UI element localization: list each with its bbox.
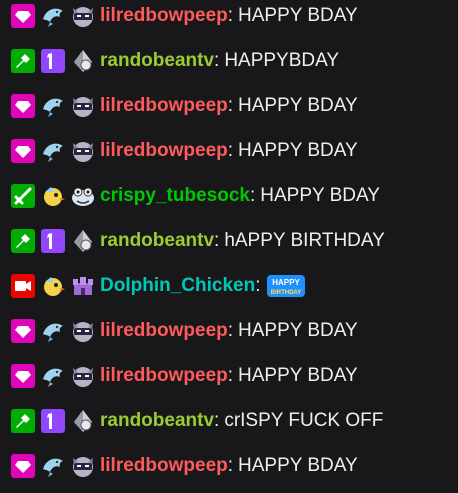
- username-colon: :: [249, 185, 256, 206]
- happy-bday-emote[interactable]: HAPPY BIRTHDAY: [266, 273, 306, 299]
- username-colon: :: [214, 410, 220, 431]
- dolphin-sub-badge[interactable]: [40, 453, 66, 479]
- username-colon: :: [227, 140, 234, 161]
- username-colon: :: [214, 230, 220, 251]
- badge-list: [10, 453, 96, 479]
- broadcaster-badge[interactable]: [10, 273, 36, 299]
- dolphin-sub-badge[interactable]: [40, 3, 66, 29]
- chat-message: lilredbowpeep: HAPPY BDAY: [10, 452, 358, 480]
- chat-message-text: HAPPY BDAY: [238, 365, 358, 386]
- chat-message-text: HAPPY BDAY: [238, 320, 358, 341]
- chat-log: lilredbowpeep: HAPPY BDAY randobeantv: HAPP…: [0, 0, 458, 493]
- prime-gaming-badge[interactable]: [10, 3, 36, 29]
- chat-message-text: HAPPYBDAY: [224, 50, 340, 71]
- chat-username[interactable]: lilredbowpeep: [100, 365, 228, 387]
- gem-badge[interactable]: [70, 228, 96, 254]
- chat-username[interactable]: randobeantv: [100, 410, 214, 432]
- prime-gaming-badge[interactable]: [10, 318, 36, 344]
- chat-message: randobeantv: hAPPY BIRTHDAY: [10, 227, 385, 255]
- badge-list: [10, 93, 96, 119]
- chat-message-text: HAPPY BDAY: [238, 140, 358, 161]
- username-colon: :: [227, 320, 234, 341]
- frog-badge[interactable]: [70, 183, 96, 209]
- prime-gaming-badge[interactable]: [10, 138, 36, 164]
- chat-username[interactable]: lilredbowpeep: [100, 140, 228, 162]
- username-colon: :: [227, 365, 234, 386]
- badge-list: [10, 273, 96, 299]
- chat-username[interactable]: lilredbowpeep: [100, 320, 228, 342]
- ninja-cat-badge[interactable]: [70, 3, 96, 29]
- chat-message-text: HAPPY BDAY: [238, 5, 358, 26]
- chat-message-text: HAPPY BDAY: [260, 185, 380, 206]
- prime-gaming-badge[interactable]: [10, 93, 36, 119]
- dolphin-sub-badge[interactable]: [40, 138, 66, 164]
- chat-message: lilredbowpeep: HAPPY BDAY: [10, 362, 358, 390]
- badge-list: [10, 408, 96, 434]
- chat-username[interactable]: crispy_tubesock: [100, 185, 250, 207]
- chat-username[interactable]: randobeantv: [100, 230, 214, 252]
- gem-badge[interactable]: [70, 48, 96, 74]
- chat-message-text: hAPPY BIRTHDAY: [224, 230, 385, 251]
- username-colon: :: [227, 455, 234, 476]
- chat-message: randobeantv: crISPY FUCK OFF: [10, 407, 383, 435]
- svg-text:HAPPY: HAPPY: [273, 278, 301, 287]
- username-colon: :: [214, 50, 220, 71]
- badge-list: [10, 318, 96, 344]
- prime-gaming-badge[interactable]: [10, 363, 36, 389]
- badge-list: [10, 48, 96, 74]
- chat-username[interactable]: lilredbowpeep: [100, 455, 228, 477]
- badge-list: [10, 228, 96, 254]
- badge-list: [10, 138, 96, 164]
- chat-username[interactable]: Dolphin_Chicken: [100, 275, 255, 297]
- bird-sub-badge[interactable]: [40, 273, 66, 299]
- moderator-badge[interactable]: [10, 228, 36, 254]
- badge-list: [10, 363, 96, 389]
- dolphin-sub-badge[interactable]: [40, 318, 66, 344]
- ninja-cat-badge[interactable]: [70, 318, 96, 344]
- chat-message: lilredbowpeep: HAPPY BDAY: [10, 137, 358, 165]
- chat-message: Dolphin_Chicken: HAPPY BIRTHDAY: [10, 272, 306, 300]
- moderator-badge[interactable]: [10, 408, 36, 434]
- chat-username[interactable]: randobeantv: [100, 50, 214, 72]
- ninja-cat-badge[interactable]: [70, 138, 96, 164]
- chat-message-text: HAPPY BDAY: [238, 455, 358, 476]
- dolphin-sub-badge[interactable]: [40, 363, 66, 389]
- username-colon: :: [227, 5, 234, 26]
- moderator-badge[interactable]: [10, 48, 36, 74]
- chat-username[interactable]: lilredbowpeep: [100, 5, 228, 27]
- first-badge[interactable]: [40, 408, 66, 434]
- chat-message: randobeantv: HAPPYBDAY: [10, 47, 339, 75]
- svg-text:BIRTHDAY: BIRTHDAY: [271, 290, 301, 296]
- dolphin-sub-badge[interactable]: [40, 93, 66, 119]
- ninja-cat-badge[interactable]: [70, 93, 96, 119]
- chat-message: crispy_tubesock: HAPPY BDAY: [10, 182, 380, 210]
- username-colon: :: [255, 275, 261, 296]
- castle-badge[interactable]: [70, 273, 96, 299]
- username-colon: :: [227, 95, 234, 116]
- badge-list: [10, 183, 96, 209]
- ninja-cat-badge[interactable]: [70, 363, 96, 389]
- first-badge[interactable]: [40, 228, 66, 254]
- chat-message-text: crISPY FUCK OFF: [224, 410, 384, 431]
- gem-badge[interactable]: [70, 408, 96, 434]
- sword-mod-badge[interactable]: [10, 183, 36, 209]
- first-badge[interactable]: [40, 48, 66, 74]
- badge-list: [10, 3, 96, 29]
- bird-sub-badge[interactable]: [40, 183, 66, 209]
- ninja-cat-badge[interactable]: [70, 453, 96, 479]
- chat-message: lilredbowpeep: HAPPY BDAY: [10, 317, 358, 345]
- prime-gaming-badge[interactable]: [10, 453, 36, 479]
- chat-message-text: HAPPY BDAY: [238, 95, 358, 116]
- chat-username[interactable]: lilredbowpeep: [100, 95, 228, 117]
- chat-message: lilredbowpeep: HAPPY BDAY: [10, 2, 358, 30]
- chat-message: lilredbowpeep: HAPPY BDAY: [10, 92, 358, 120]
